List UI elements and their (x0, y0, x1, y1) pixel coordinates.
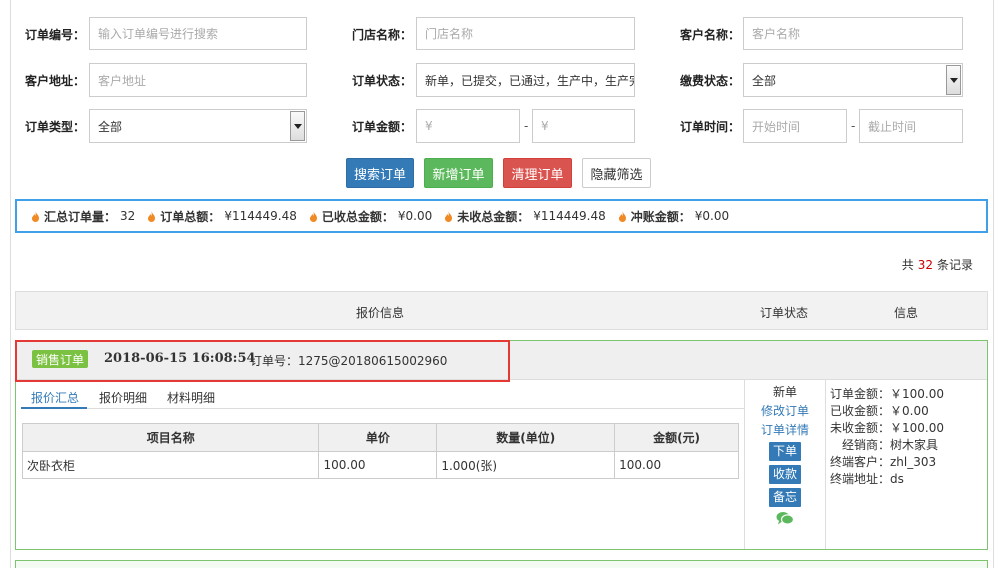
time-range-separator: - (851, 119, 856, 133)
order-amount-label: 订单金额： (352, 120, 413, 134)
summary-offset-value: ¥0.00 (694, 209, 730, 223)
customer-address-label: 客户地址： (25, 74, 86, 88)
info-received-amount: 已收金额：￥0.00 (830, 404, 929, 418)
flame-icon (148, 210, 156, 222)
order-amount-min-input[interactable]: ¥ (416, 109, 520, 143)
summary-total-count-value: 32 (120, 209, 136, 223)
edit-order-link[interactable]: 修改订单 (745, 404, 825, 419)
tab-quote-detail[interactable]: 报价明细 (99, 389, 147, 406)
record-count: 共 32 条记录 (902, 256, 973, 273)
chat-icon[interactable] (776, 511, 794, 526)
order-no-label: 订单编号： (25, 28, 86, 42)
col-quantity: 数量(单位) (436, 423, 616, 452)
customer-address-input[interactable]: 客户地址 (89, 63, 307, 97)
store-name-label: 门店名称： (352, 28, 413, 42)
order-table-header: 报价信息 订单状态 信息 (15, 291, 988, 330)
summary-total-count-label: 汇总订单量： (44, 209, 117, 224)
chevron-down-icon[interactable] (946, 65, 961, 95)
next-order-card-edge (15, 560, 988, 568)
order-status-multiselect[interactable]: 新单，已提交，已通过，生产中，生产完 (416, 63, 635, 97)
summary-bar: 汇总订单量： 32 订单总额： ¥114449.48 已收总金额： ¥0.00 … (15, 199, 988, 233)
col-item-name: 项目名称 (21, 423, 320, 452)
order-type-select[interactable]: 全部 (89, 109, 307, 143)
customer-name-input[interactable]: 客户名称 (743, 17, 963, 50)
summary-offset-label: 冲账金额： (630, 209, 691, 224)
summary-unreceived: 未收总金额： ¥114449.48 (444, 208, 606, 225)
summary-total-amount-value: ¥114449.48 (224, 209, 297, 223)
record-count-suffix: 条记录 (936, 258, 973, 272)
order-no-input[interactable]: 输入订单编号进行搜索 (89, 17, 307, 50)
chevron-down-icon[interactable] (290, 111, 305, 141)
summary-unreceived-label: 未收总金额： (457, 209, 530, 224)
order-tabs: 报价汇总 报价明细 材料明细 (21, 387, 744, 409)
order-time-label: 订单时间： (680, 120, 741, 134)
order-status-label: 订单状态： (352, 74, 413, 88)
record-count-value: 32 (917, 258, 933, 272)
flame-icon (445, 210, 453, 222)
info-dealer: 经销商：树木家具 (830, 438, 939, 452)
payment-status-label: 缴费状态： (680, 74, 741, 88)
tab-quote-summary[interactable]: 报价汇总 (31, 389, 79, 406)
tab-material-detail[interactable]: 材料明细 (167, 389, 215, 406)
summary-received: 已收总金额： ¥0.00 (309, 208, 432, 225)
cell-item-name: 次卧衣柜 (21, 451, 320, 479)
info-header: 信息 (894, 306, 919, 320)
order-amount-max-input[interactable]: ¥ (532, 109, 635, 143)
info-end-address: 终端地址：ds (830, 472, 904, 486)
summary-unreceived-value: ¥114449.48 (533, 209, 606, 223)
order-time-end-input[interactable]: 截止时间 (859, 109, 963, 143)
quote-items-table: 项目名称 单价 数量(单位) 金额(元) 次卧衣柜 100.00 1.000(张… (21, 423, 739, 479)
customer-name-label: 客户名称： (680, 28, 741, 42)
quote-info-header: 报价信息 (356, 306, 405, 320)
table-header-row: 项目名称 单价 数量(单位) 金额(元) (21, 423, 739, 452)
place-order-button[interactable]: 下单 (769, 442, 801, 461)
flame-icon (32, 210, 39, 222)
order-type-label: 订单类型： (25, 120, 86, 134)
info-order-amount: 订单金额：￥100.00 (830, 387, 944, 401)
order-detail-link[interactable]: 订单详情 (745, 423, 825, 438)
summary-total-amount: 订单总额： ¥114449.48 (147, 208, 297, 225)
amount-range-separator: - (524, 119, 529, 133)
payment-status-select[interactable]: 全部 (743, 63, 963, 97)
info-end-customer: 终端客户：zhl_303 (830, 455, 937, 469)
summary-offset: 冲账金额： ¥0.00 (618, 208, 729, 225)
col-unit-price: 单价 (318, 423, 438, 452)
cell-amount: 100.00 (614, 451, 739, 479)
order-status-text: 新单 (772, 385, 797, 399)
store-name-input[interactable]: 门店名称 (416, 17, 635, 50)
table-row: 次卧衣柜 100.00 1.000(张) 100.00 (21, 451, 739, 479)
order-status-header: 订单状态 (760, 306, 809, 320)
flame-icon (309, 210, 317, 222)
col-amount: 金额(元) (614, 423, 739, 452)
payment-status-value: 全部 (752, 73, 777, 88)
column-divider (825, 380, 826, 549)
info-unreceived-amount: 未收金额：￥100.00 (830, 421, 944, 435)
flame-icon (618, 210, 626, 222)
cell-quantity: 1.000(张) (436, 451, 616, 479)
cell-unit-price: 100.00 (318, 451, 438, 479)
new-order-button[interactable]: 新增订单 (424, 158, 493, 188)
summary-total-count: 汇总订单量： 32 (31, 208, 135, 225)
highlight-box (15, 340, 510, 382)
clear-order-button[interactable]: 清理订单 (503, 158, 572, 188)
record-count-prefix: 共 (901, 258, 914, 272)
frame-left-border (10, 0, 11, 568)
order-status-column: 新单 修改订单 订单详情 下单 收款 备忘 (745, 385, 825, 526)
search-order-button[interactable]: 搜索订单 (346, 158, 414, 188)
order-list-page: 订单编号： 输入订单编号进行搜索 门店名称： 门店名称 客户名称： 客户名称 客… (0, 0, 1007, 568)
summary-received-label: 已收总金额： (321, 209, 394, 224)
memo-button[interactable]: 备忘 (769, 488, 801, 507)
frame-right-border (993, 0, 994, 568)
collect-payment-button[interactable]: 收款 (769, 465, 801, 484)
active-tab-indicator (21, 407, 87, 409)
order-time-start-input[interactable]: 开始时间 (743, 109, 847, 143)
summary-received-value: ¥0.00 (397, 209, 433, 223)
order-type-value: 全部 (98, 119, 123, 134)
summary-total-amount-label: 订单总额： (160, 209, 221, 224)
hide-filter-button[interactable]: 隐藏筛选 (582, 158, 651, 188)
order-info-column: 订单金额：￥100.00 已收金额：￥0.00 未收金额：￥100.00 经销商… (830, 386, 944, 488)
